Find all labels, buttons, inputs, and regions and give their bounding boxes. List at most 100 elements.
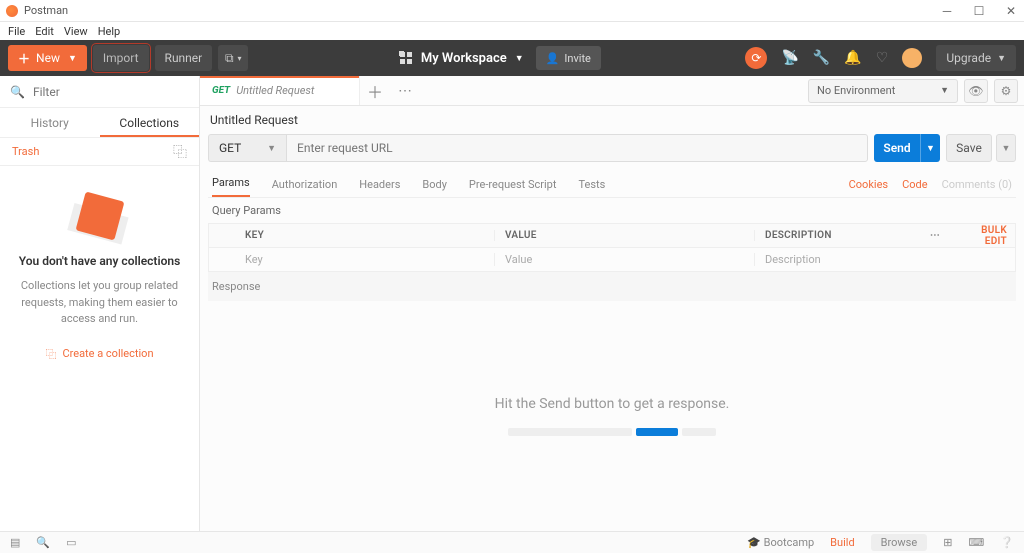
settings-button[interactable]: ⚙ (994, 79, 1018, 103)
wrench-icon[interactable]: 🔧 (813, 50, 830, 66)
sidebar-tab-history[interactable]: History (0, 108, 100, 137)
filter-input[interactable] (33, 85, 189, 99)
menu-view[interactable]: View (64, 25, 88, 38)
sidebar-filter[interactable]: 🔍 (0, 76, 199, 108)
close-button[interactable]: ✕ (1004, 4, 1018, 18)
create-collection-link[interactable]: ⿻ Create a collection (45, 346, 153, 362)
response-empty-state: Hit the Send button to get a response. (200, 301, 1024, 531)
subtab-authorization[interactable]: Authorization (272, 178, 338, 191)
empty-body: Collections let you group related reques… (18, 278, 181, 328)
window-stack-icon: ⧉ (225, 51, 234, 66)
send-dropdown[interactable]: ▼ (920, 134, 940, 162)
mode-build[interactable]: Build (830, 536, 854, 549)
request-content: GET Untitled Request ＋ ⋯ No Environment … (200, 76, 1024, 531)
save-button[interactable]: Save (946, 134, 992, 162)
window-title: Postman (24, 4, 68, 17)
new-window-button[interactable]: ⧉ ▾ (218, 45, 248, 71)
caret-down-icon: ▼ (997, 53, 1006, 64)
request-tab-strip: GET Untitled Request ＋ ⋯ No Environment … (200, 76, 1024, 106)
method-selector[interactable]: GET ▼ (208, 134, 286, 162)
avatar[interactable] (902, 48, 922, 68)
code-link[interactable]: Code (902, 178, 927, 191)
subtab-tests[interactable]: Tests (578, 178, 605, 191)
progress-illustration (508, 428, 716, 436)
value-input[interactable]: Value (495, 253, 755, 266)
eye-icon: 👁 (968, 84, 983, 98)
sidebar-tab-collections[interactable]: Collections (100, 108, 200, 137)
comments-link[interactable]: Comments (0) (942, 178, 1012, 191)
window-titlebar: Postman ─ ☐ ✕ (0, 0, 1024, 22)
subtab-params[interactable]: Params (212, 176, 250, 195)
maximize-button[interactable]: ☐ (972, 4, 986, 18)
col-description: DESCRIPTION (755, 230, 915, 241)
two-pane-icon[interactable]: ⊞ (943, 536, 952, 549)
import-button[interactable]: Import (93, 45, 149, 71)
response-section-title: Response (208, 271, 1016, 301)
col-value: VALUE (495, 230, 755, 241)
mode-browse[interactable]: Browse (871, 534, 928, 551)
status-bar: ▤ 🔍 ▭ 🎓 Bootcamp Build Browse ⊞ ⌨ ❔ (0, 531, 1024, 553)
person-add-icon: 👤 (546, 52, 560, 65)
subtab-body[interactable]: Body (422, 178, 447, 191)
tab-overflow-button[interactable]: ⋯ (390, 76, 420, 105)
heart-icon[interactable]: ♡ (876, 50, 889, 66)
runner-button-label: Runner (165, 51, 203, 65)
environment-selected: No Environment (817, 84, 895, 97)
help-icon[interactable]: ❔ (1000, 536, 1014, 549)
key-input[interactable]: Key (235, 253, 495, 266)
save-dropdown[interactable]: ▼ (996, 134, 1016, 162)
environment-selector[interactable]: No Environment ▼ (808, 79, 958, 103)
menu-edit[interactable]: Edit (35, 25, 54, 38)
caret-down-icon: ▼ (940, 85, 949, 96)
table-row[interactable]: Key Value Description (209, 248, 1015, 272)
bulk-edit-link[interactable]: Bulk Edit (955, 225, 1015, 247)
gear-icon: ⚙ (1001, 84, 1012, 98)
invite-button[interactable]: 👤 Invite (536, 46, 601, 70)
caret-down-icon[interactable]: ▼ (68, 53, 77, 64)
request-title: Untitled Request (210, 113, 298, 127)
col-actions-button[interactable]: ⋯ (915, 230, 955, 241)
subtab-prerequest[interactable]: Pre-request Script (469, 178, 557, 191)
workspace-label: My Workspace (421, 51, 507, 66)
col-key: KEY (235, 230, 495, 241)
upgrade-label: Upgrade (946, 51, 991, 65)
sync-button[interactable]: ⟳ (745, 47, 767, 69)
subtab-headers[interactable]: Headers (359, 178, 400, 191)
menu-help[interactable]: Help (98, 25, 121, 38)
environment-quicklook-button[interactable]: 👁 (964, 79, 988, 103)
cookies-link[interactable]: Cookies (849, 178, 888, 191)
sidebar: 🔍 History Collections Trash ⿻ You don't … (0, 76, 200, 531)
console-icon[interactable]: ▭ (66, 536, 76, 549)
caret-down-icon: ▾ (238, 54, 242, 63)
new-tab-button[interactable]: ＋ (360, 76, 390, 105)
query-params-title: Query Params (208, 198, 1016, 223)
search-icon: 🔍 (10, 85, 25, 99)
request-tab[interactable]: GET Untitled Request (200, 76, 360, 105)
new-button[interactable]: ＋ New ▼ (8, 45, 87, 71)
sidebar-toggle-icon[interactable]: ▤ (10, 536, 20, 549)
new-button-label: New (36, 51, 60, 65)
url-input[interactable] (297, 141, 857, 155)
invite-label: Invite (564, 52, 591, 65)
upgrade-button[interactable]: Upgrade ▼ (936, 45, 1016, 71)
bell-icon[interactable]: 🔔 (844, 50, 861, 66)
description-input[interactable]: Description (755, 253, 915, 266)
menu-file[interactable]: File (8, 25, 25, 38)
workspace-grid-icon (399, 51, 413, 65)
empty-heading: You don't have any collections (19, 254, 181, 268)
workspace-selector[interactable]: My Workspace ▼ (399, 51, 524, 66)
satellite-icon[interactable]: 📡 (781, 50, 798, 66)
find-icon[interactable]: 🔍 (36, 536, 50, 549)
caret-down-icon: ▼ (515, 53, 524, 64)
sync-icon: ⟳ (751, 51, 761, 65)
bootcamp-link[interactable]: 🎓 Bootcamp (747, 536, 814, 549)
sidebar-empty-state: You don't have any collections Collectio… (0, 166, 199, 531)
keyboard-shortcuts-icon[interactable]: ⌨ (968, 536, 984, 549)
box-illustration-icon (75, 192, 124, 241)
caret-down-icon: ▼ (267, 143, 276, 154)
send-button[interactable]: Send ▼ (874, 134, 940, 162)
trash-link[interactable]: Trash (12, 145, 39, 158)
new-collection-icon[interactable]: ⿻ (173, 142, 187, 162)
runner-button[interactable]: Runner (155, 45, 213, 71)
minimize-button[interactable]: ─ (940, 4, 954, 18)
